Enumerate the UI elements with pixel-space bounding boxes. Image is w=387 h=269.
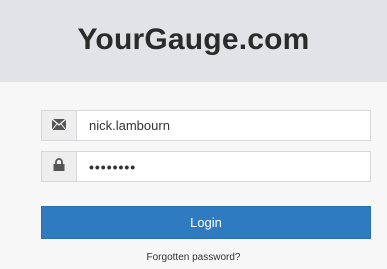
envelope-icon — [51, 117, 67, 135]
username-addon — [42, 111, 77, 140]
lock-icon — [53, 157, 65, 176]
login-button[interactable]: Login — [41, 206, 371, 239]
password-field[interactable]: •••••••• — [41, 151, 371, 182]
brand-title: YourGauge.com — [77, 23, 310, 56]
forgot-password-link[interactable]: Forgotten password? — [0, 252, 387, 263]
password-value: •••••••• — [89, 158, 137, 175]
password-addon — [42, 152, 77, 181]
username-value: nick.lambourn — [89, 118, 170, 133]
login-panel: nick.lambourn •••••••• Login Forgotten p… — [0, 82, 387, 269]
header-banner: YourGauge.com — [0, 0, 387, 82]
username-field[interactable]: nick.lambourn — [41, 110, 371, 141]
